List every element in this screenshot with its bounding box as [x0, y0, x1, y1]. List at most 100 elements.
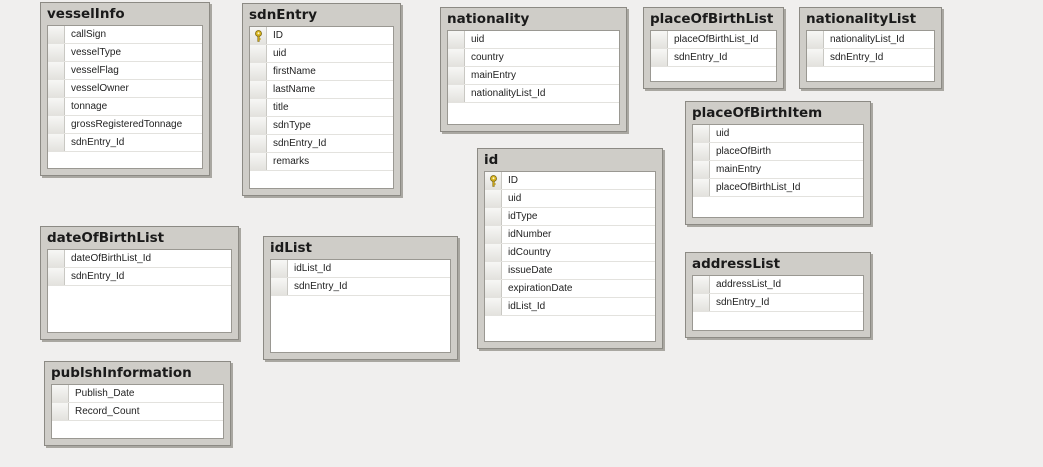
column-row[interactable]: idCountry	[485, 244, 655, 262]
row-selector[interactable]	[48, 80, 65, 97]
row-selector[interactable]	[52, 403, 69, 420]
column-row[interactable]: ID	[250, 27, 393, 45]
column-row[interactable]: title	[250, 99, 393, 117]
row-selector[interactable]	[250, 45, 267, 62]
column-row[interactable]: issueDate	[485, 262, 655, 280]
row-selector[interactable]	[693, 125, 710, 142]
column-row[interactable]: sdnType	[250, 117, 393, 135]
table-nationalityList[interactable]: nationalityList nationalityList_Id sdnEntr…	[799, 7, 942, 89]
row-selector[interactable]	[651, 49, 668, 66]
row-selector[interactable]	[693, 143, 710, 160]
column-row[interactable]: remarks	[250, 153, 393, 171]
column-row[interactable]: firstName	[250, 63, 393, 81]
column-row[interactable]: sdnEntry_Id	[250, 135, 393, 153]
table-dateOfBirthList[interactable]: dateOfBirthList dateOfBirthList_Id sdnEntr…	[40, 226, 239, 340]
row-selector[interactable]	[807, 31, 824, 48]
column-row[interactable]: vesselType	[48, 44, 202, 62]
table-placeOfBirthList[interactable]: placeOfBirthList placeOfBirthList_Id sdnEn…	[643, 7, 784, 89]
column-row[interactable]: placeOfBirthList_Id	[693, 179, 863, 197]
table-title: idList	[270, 240, 313, 256]
row-selector[interactable]	[651, 31, 668, 48]
column-row[interactable]: placeOfBirthList_Id	[651, 31, 776, 49]
row-selector[interactable]	[48, 268, 65, 285]
column-row[interactable]: uid	[693, 125, 863, 143]
row-selector[interactable]	[693, 294, 710, 311]
column-row[interactable]: sdnEntry_Id	[807, 49, 934, 67]
column-row[interactable]: uid	[485, 190, 655, 208]
table-publshInformation[interactable]: publshInformation Publish_Date Record_Coun…	[44, 361, 231, 446]
column-row[interactable]: sdnEntry_Id	[693, 294, 863, 312]
row-selector[interactable]	[485, 208, 502, 225]
row-selector[interactable]	[48, 62, 65, 79]
row-selector[interactable]	[693, 161, 710, 178]
table-nationality[interactable]: nationality uid country mainEntry nationalit…	[440, 7, 627, 132]
column-row[interactable]: sdnEntry_Id	[271, 278, 450, 296]
column-row[interactable]: addressList_Id	[693, 276, 863, 294]
column-row[interactable]: Record_Count	[52, 403, 223, 421]
row-selector[interactable]	[485, 298, 502, 315]
column-row[interactable]: dateOfBirthList_Id	[48, 250, 231, 268]
row-selector[interactable]	[485, 172, 502, 189]
column-row[interactable]: nationalityList_Id	[448, 85, 619, 103]
column-row[interactable]: callSign	[48, 26, 202, 44]
column-row[interactable]: Publish_Date	[52, 385, 223, 403]
row-selector[interactable]	[48, 98, 65, 115]
row-selector[interactable]	[485, 280, 502, 297]
row-selector[interactable]	[250, 63, 267, 80]
column-row[interactable]: sdnEntry_Id	[651, 49, 776, 67]
row-selector[interactable]	[48, 26, 65, 43]
row-selector[interactable]	[485, 244, 502, 261]
column-row[interactable]: vesselOwner	[48, 80, 202, 98]
table-id[interactable]: id ID uid idType idNumber idCountry issueDate e…	[477, 148, 663, 349]
column-name: idCountry	[508, 247, 551, 258]
table-sdnEntry[interactable]: sdnEntry ID uid firstName lastName title sdnTy…	[242, 3, 401, 196]
column-row[interactable]: uid	[250, 45, 393, 63]
row-selector[interactable]	[48, 44, 65, 61]
column-row[interactable]: mainEntry	[693, 161, 863, 179]
column-row[interactable]: ID	[485, 172, 655, 190]
column-row[interactable]: idList_Id	[485, 298, 655, 316]
column-row[interactable]: grossRegisteredTonnage	[48, 116, 202, 134]
row-selector[interactable]	[485, 190, 502, 207]
row-selector[interactable]	[250, 99, 267, 116]
table-placeOfBirthItem[interactable]: placeOfBirthItem uid placeOfBirth mainEntry…	[685, 101, 871, 225]
column-row[interactable]: expirationDate	[485, 280, 655, 298]
row-selector[interactable]	[271, 260, 288, 277]
column-row[interactable]: idType	[485, 208, 655, 226]
column-row[interactable]: idNumber	[485, 226, 655, 244]
row-selector[interactable]	[250, 27, 267, 44]
column-row[interactable]: uid	[448, 31, 619, 49]
column-row[interactable]: country	[448, 49, 619, 67]
column-row[interactable]: nationalityList_Id	[807, 31, 934, 49]
row-selector[interactable]	[250, 153, 267, 170]
row-selector[interactable]	[807, 49, 824, 66]
column-row[interactable]: mainEntry	[448, 67, 619, 85]
row-selector[interactable]	[52, 385, 69, 402]
row-selector[interactable]	[693, 276, 710, 293]
row-selector[interactable]	[48, 134, 65, 151]
row-selector[interactable]	[48, 116, 65, 133]
column-row[interactable]: lastName	[250, 81, 393, 99]
column-row[interactable]: sdnEntry_Id	[48, 134, 202, 152]
row-selector[interactable]	[271, 278, 288, 295]
row-selector[interactable]	[693, 179, 710, 196]
column-row[interactable]: tonnage	[48, 98, 202, 116]
column-name: mainEntry	[716, 164, 762, 175]
row-selector[interactable]	[485, 262, 502, 279]
row-selector[interactable]	[485, 226, 502, 243]
column-row[interactable]: idList_Id	[271, 260, 450, 278]
row-selector[interactable]	[448, 31, 465, 48]
row-selector[interactable]	[250, 81, 267, 98]
row-selector[interactable]	[48, 250, 65, 267]
column-row[interactable]: sdnEntry_Id	[48, 268, 231, 286]
row-selector[interactable]	[448, 85, 465, 102]
column-row[interactable]: vesselFlag	[48, 62, 202, 80]
table-addressList[interactable]: addressList addressList_Id sdnEntry_Id	[685, 252, 871, 338]
row-selector[interactable]	[250, 117, 267, 134]
table-idList[interactable]: idList idList_Id sdnEntry_Id	[263, 236, 458, 360]
column-row[interactable]: placeOfBirth	[693, 143, 863, 161]
row-selector[interactable]	[448, 67, 465, 84]
table-vesselInfo[interactable]: vesselInfo callSign vesselType vesselFlag ve…	[40, 2, 210, 176]
row-selector[interactable]	[250, 135, 267, 152]
row-selector[interactable]	[448, 49, 465, 66]
